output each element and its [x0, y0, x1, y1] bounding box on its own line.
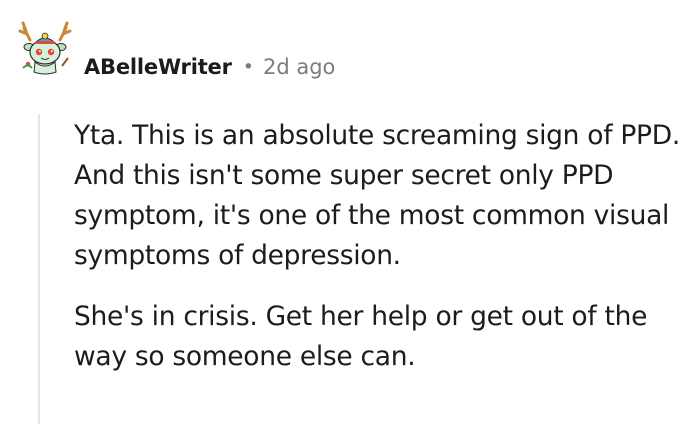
- user-avatar[interactable]: [14, 14, 76, 76]
- comment-body: Yta. This is an absolute screaming sign …: [74, 116, 690, 377]
- comment-timestamp[interactable]: 2d ago: [263, 55, 335, 79]
- username-link[interactable]: ABelleWriter: [84, 55, 232, 79]
- thread-line[interactable]: [38, 114, 40, 424]
- comment: ABelleWriter • 2d ago Yta. This is an ab…: [0, 0, 700, 424]
- comment-paragraph: Yta. This is an absolute screaming sign …: [74, 120, 680, 271]
- meta-separator: •: [242, 56, 254, 78]
- comment-paragraph: She's in crisis. Get her help or get out…: [74, 301, 648, 372]
- comment-meta: ABelleWriter • 2d ago: [84, 50, 335, 84]
- snoo-reindeer-avatar-icon: [18, 21, 72, 75]
